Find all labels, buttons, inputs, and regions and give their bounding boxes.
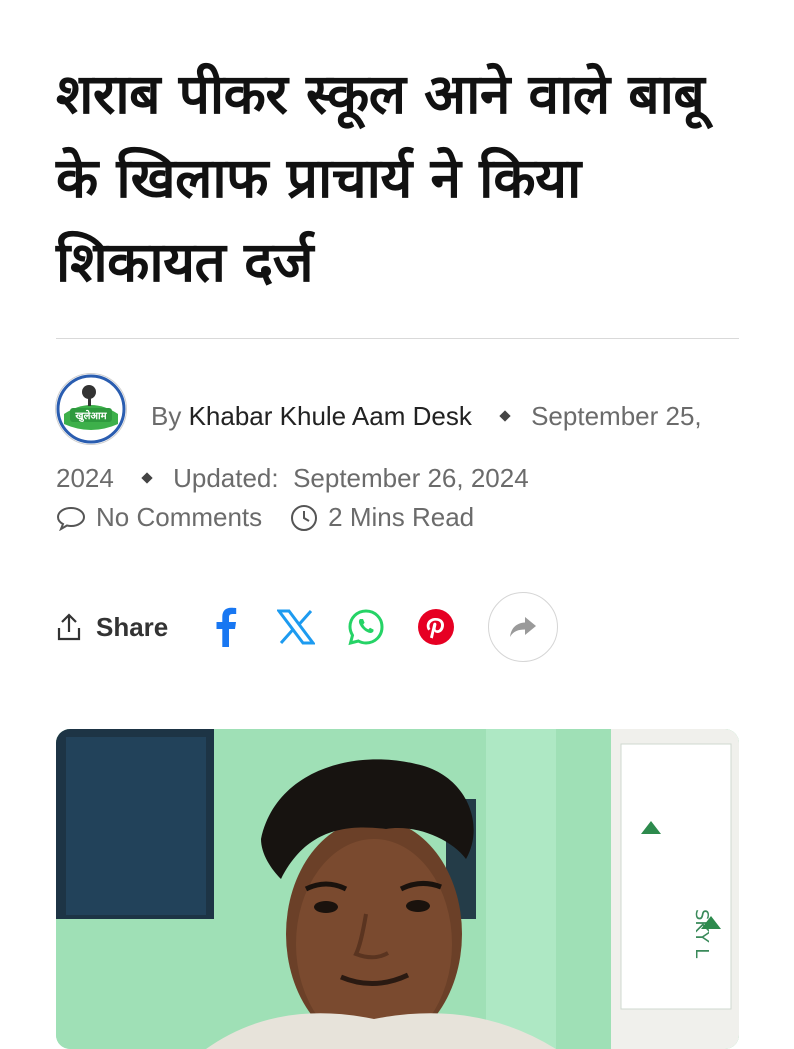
author-link[interactable]: Khabar Khule Aam Desk bbox=[189, 401, 472, 431]
share-icon bbox=[57, 613, 81, 641]
separator-dot bbox=[141, 472, 153, 484]
share-bar: Share bbox=[56, 592, 559, 662]
comments-count: No Comments bbox=[96, 502, 263, 532]
whatsapp-share-button[interactable] bbox=[346, 607, 386, 647]
comments-link[interactable]: No Comments bbox=[56, 502, 262, 533]
x-icon bbox=[277, 609, 316, 645]
updated-date: September 26, 2024 bbox=[293, 463, 529, 493]
featured-image[interactable]: SKY L bbox=[56, 729, 739, 1049]
photo-illustration: SKY L bbox=[56, 729, 739, 1049]
share-button[interactable]: Share bbox=[56, 612, 168, 643]
separator-dot bbox=[499, 410, 511, 422]
read-time: 2 Mins Read bbox=[290, 502, 474, 533]
clock-icon bbox=[291, 504, 318, 531]
read-time-label: 2 Mins Read bbox=[328, 502, 475, 532]
article-title: शराब पीकर स्कूल आने वाले बाबू के खिलाफ प… bbox=[56, 62, 705, 294]
x-share-button[interactable] bbox=[276, 607, 316, 647]
facebook-icon bbox=[216, 607, 237, 647]
article-meta: By Khabar Khule Aam Desk September 25, 2… bbox=[56, 385, 746, 509]
pinterest-share-button[interactable] bbox=[416, 607, 456, 647]
more-share-button[interactable] bbox=[488, 592, 559, 662]
comment-icon bbox=[56, 506, 86, 531]
forward-icon bbox=[510, 617, 537, 637]
facebook-share-button[interactable] bbox=[206, 607, 246, 647]
article-stats: No Comments 2 Mins Read bbox=[56, 502, 502, 533]
divider bbox=[56, 338, 739, 339]
by-label: By bbox=[151, 401, 182, 431]
share-label: Share bbox=[96, 611, 169, 642]
pinterest-icon bbox=[418, 609, 455, 645]
whatsapp-icon bbox=[348, 609, 384, 646]
board-text: SKY L bbox=[691, 909, 712, 958]
updated-label: Updated: bbox=[173, 463, 279, 493]
